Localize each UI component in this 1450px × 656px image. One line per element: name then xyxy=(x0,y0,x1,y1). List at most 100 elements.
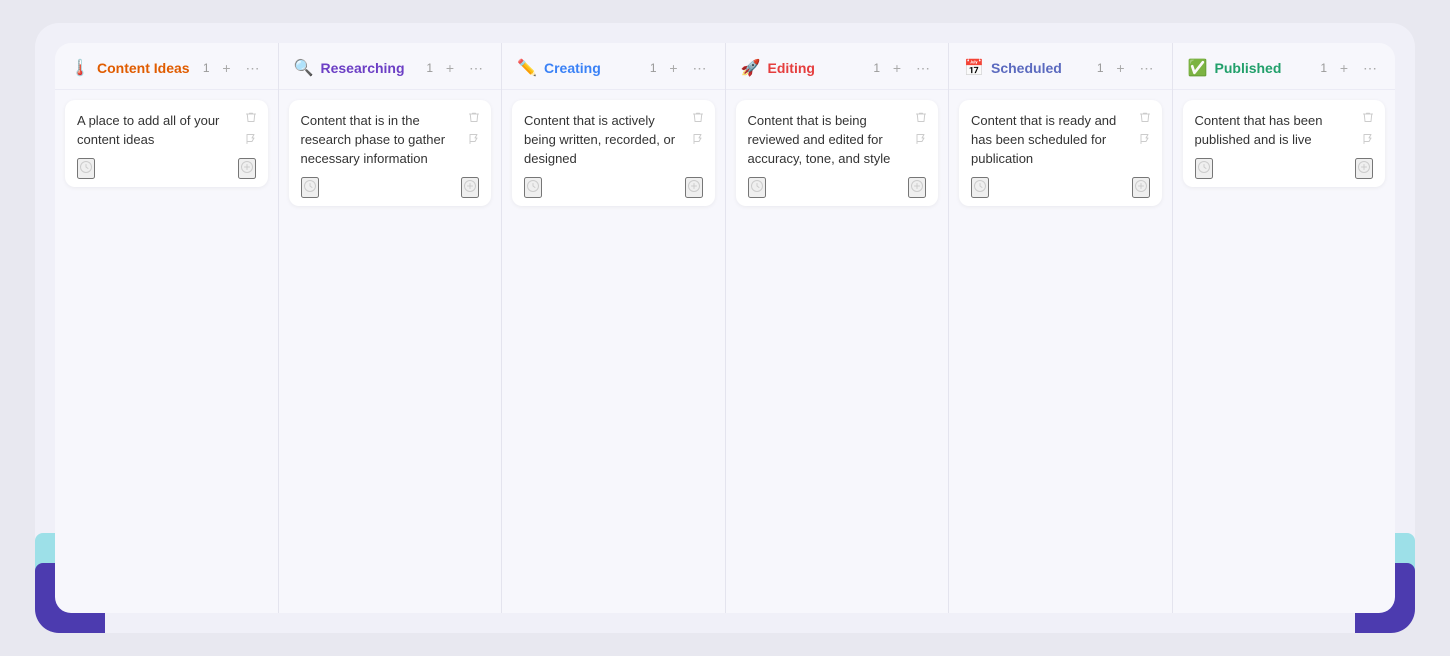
column-creating: ✏️ Creating 1 +⋯ Content that is actively be… xyxy=(502,43,726,613)
flag-card-button-editing-0[interactable] xyxy=(912,130,930,148)
card-actions-editing-0 xyxy=(912,108,930,148)
clock-button-researching-0[interactable] xyxy=(301,177,319,198)
add-card-button-researching[interactable]: + xyxy=(439,57,461,79)
column-body-editing: Content that is being reviewed and edite… xyxy=(726,90,949,613)
column-count-content-ideas: 1 xyxy=(203,61,210,75)
card-text-published-0: Content that has been published and is l… xyxy=(1195,112,1374,150)
delete-card-button-scheduled-0[interactable] xyxy=(1136,108,1154,126)
flag-card-button-creating-0[interactable] xyxy=(689,130,707,148)
column-published: ✅ Published 1 +⋯ Content that has been publi… xyxy=(1173,43,1396,613)
card-footer-content-ideas-0 xyxy=(77,158,256,179)
column-header-published: ✅ Published 1 +⋯ xyxy=(1173,43,1396,90)
column-title-editing: Editing xyxy=(768,60,866,76)
column-count-editing: 1 xyxy=(873,61,880,75)
card-text-scheduled-0: Content that is ready and has been sched… xyxy=(971,112,1150,169)
column-editing: 🚀 Editing 1 +⋯ Content that is being reviewe… xyxy=(726,43,950,613)
delete-card-button-published-0[interactable] xyxy=(1359,108,1377,126)
card-text-researching-0: Content that is in the research phase to… xyxy=(301,112,480,169)
card-editing-0: Content that is being reviewed and edite… xyxy=(736,100,939,206)
card-content-ideas-0: A place to add all of your content ideas xyxy=(65,100,268,187)
more-options-button-scheduled[interactable]: ⋯ xyxy=(1136,57,1158,79)
more-options-button-content-ideas[interactable]: ⋯ xyxy=(242,57,264,79)
more-options-button-researching[interactable]: ⋯ xyxy=(465,57,487,79)
card-actions-published-0 xyxy=(1359,108,1377,148)
column-header-scheduled: 📅 Scheduled 1 +⋯ xyxy=(949,43,1172,90)
more-options-button-published[interactable]: ⋯ xyxy=(1359,57,1381,79)
column-count-scheduled: 1 xyxy=(1097,61,1104,75)
clock-button-editing-0[interactable] xyxy=(748,177,766,198)
kanban-board: 🌡️Content Ideas1+⋯A place to add all of … xyxy=(55,43,1395,613)
card-footer-creating-0 xyxy=(524,177,703,198)
add-item-button-editing-0[interactable] xyxy=(908,177,926,198)
column-actions-editing: +⋯ xyxy=(886,57,934,79)
card-creating-0: Content that is actively being written, … xyxy=(512,100,715,206)
card-footer-editing-0 xyxy=(748,177,927,198)
card-actions-researching-0 xyxy=(465,108,483,148)
column-title-content-ideas: Content Ideas xyxy=(97,60,195,76)
card-footer-published-0 xyxy=(1195,158,1374,179)
add-item-button-published-0[interactable] xyxy=(1355,158,1373,179)
card-footer-scheduled-0 xyxy=(971,177,1150,198)
more-options-button-editing[interactable]: ⋯ xyxy=(912,57,934,79)
clock-button-creating-0[interactable] xyxy=(524,177,542,198)
column-body-content-ideas: A place to add all of your content ideas xyxy=(55,90,278,613)
calendar-icon: 📅 xyxy=(963,57,985,79)
column-title-creating: Creating xyxy=(544,60,642,76)
flag-card-button-researching-0[interactable] xyxy=(465,130,483,148)
add-card-button-editing[interactable]: + xyxy=(886,57,908,79)
card-published-0: Content that has been published and is l… xyxy=(1183,100,1386,187)
column-body-creating: Content that is actively being written, … xyxy=(502,90,725,613)
column-researching: 🔍Researching1+⋯Content that is in the re… xyxy=(279,43,503,613)
column-body-scheduled: Content that is ready and has been sched… xyxy=(949,90,1172,613)
column-title-researching: Researching xyxy=(321,60,419,76)
delete-card-button-content-ideas-0[interactable] xyxy=(242,108,260,126)
column-count-creating: 1 xyxy=(650,61,657,75)
flag-card-button-content-ideas-0[interactable] xyxy=(242,130,260,148)
clock-button-published-0[interactable] xyxy=(1195,158,1213,179)
column-body-published: Content that has been published and is l… xyxy=(1173,90,1396,613)
card-actions-scheduled-0 xyxy=(1136,108,1154,148)
column-header-content-ideas: 🌡️Content Ideas1+⋯ xyxy=(55,43,278,90)
add-card-button-published[interactable]: + xyxy=(1333,57,1355,79)
add-item-button-researching-0[interactable] xyxy=(461,177,479,198)
add-item-button-creating-0[interactable] xyxy=(685,177,703,198)
flag-card-button-scheduled-0[interactable] xyxy=(1136,130,1154,148)
add-card-button-creating[interactable]: + xyxy=(663,57,685,79)
pencil-icon: ✏️ xyxy=(516,57,538,79)
column-body-researching: Content that is in the research phase to… xyxy=(279,90,502,613)
rocket-icon: 🚀 xyxy=(740,57,762,79)
more-options-button-creating[interactable]: ⋯ xyxy=(689,57,711,79)
column-actions-published: +⋯ xyxy=(1333,57,1381,79)
card-text-editing-0: Content that is being reviewed and edite… xyxy=(748,112,927,169)
column-actions-content-ideas: +⋯ xyxy=(216,57,264,79)
flag-card-button-published-0[interactable] xyxy=(1359,130,1377,148)
card-text-content-ideas-0: A place to add all of your content ideas xyxy=(77,112,256,150)
clock-button-scheduled-0[interactable] xyxy=(971,177,989,198)
clock-button-content-ideas-0[interactable] xyxy=(77,158,95,179)
card-researching-0: Content that is in the research phase to… xyxy=(289,100,492,206)
column-content-ideas: 🌡️Content Ideas1+⋯A place to add all of … xyxy=(55,43,279,613)
delete-card-button-creating-0[interactable] xyxy=(689,108,707,126)
add-card-button-scheduled[interactable]: + xyxy=(1110,57,1132,79)
add-card-button-content-ideas[interactable]: + xyxy=(216,57,238,79)
card-scheduled-0: Content that is ready and has been sched… xyxy=(959,100,1162,206)
card-actions-creating-0 xyxy=(689,108,707,148)
column-actions-scheduled: +⋯ xyxy=(1110,57,1158,79)
card-text-creating-0: Content that is actively being written, … xyxy=(524,112,703,169)
column-title-scheduled: Scheduled xyxy=(991,60,1089,76)
card-actions-content-ideas-0 xyxy=(242,108,260,148)
column-actions-creating: +⋯ xyxy=(663,57,711,79)
column-count-researching: 1 xyxy=(426,61,433,75)
card-footer-researching-0 xyxy=(301,177,480,198)
column-header-editing: 🚀 Editing 1 +⋯ xyxy=(726,43,949,90)
add-item-button-content-ideas-0[interactable] xyxy=(238,158,256,179)
delete-card-button-researching-0[interactable] xyxy=(465,108,483,126)
add-item-button-scheduled-0[interactable] xyxy=(1132,177,1150,198)
column-title-published: Published xyxy=(1215,60,1313,76)
column-count-published: 1 xyxy=(1320,61,1327,75)
checkmark-icon: ✅ xyxy=(1187,57,1209,79)
column-header-researching: 🔍Researching1+⋯ xyxy=(279,43,502,90)
column-actions-researching: +⋯ xyxy=(439,57,487,79)
column-header-creating: ✏️ Creating 1 +⋯ xyxy=(502,43,725,90)
delete-card-button-editing-0[interactable] xyxy=(912,108,930,126)
